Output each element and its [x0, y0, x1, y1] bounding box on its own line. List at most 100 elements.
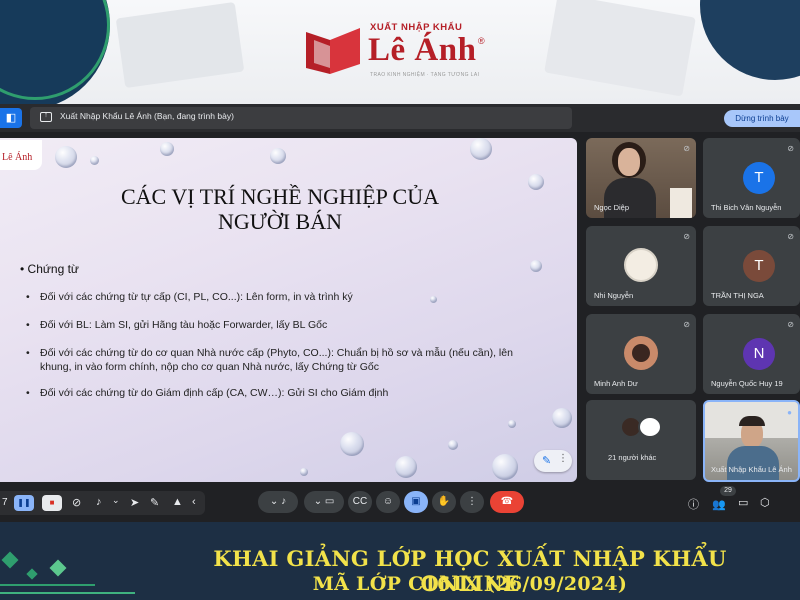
brand-banner: XUẤT NHẬP KHẨU Lê Ánh ® TRAO KINH NGHIỆM…: [0, 0, 800, 105]
pen-icon[interactable]: ✎: [542, 454, 551, 467]
water-drop: [160, 142, 174, 156]
participant-tile[interactable]: ⊘ Minh Anh Dư: [586, 314, 696, 394]
present-now-icon[interactable]: ▣: [404, 491, 428, 513]
slide-title-line1: CÁC VỊ TRÍ NGHỀ NGHIỆP CỦA: [121, 184, 439, 209]
slide-heading: • Chứng từ: [20, 262, 79, 276]
participant-name: Minh Anh Dư: [594, 379, 638, 388]
brand-slogan: TRAO KINH NGHIỆM · TẠNG TƯƠNG LAI: [370, 72, 480, 78]
pause-icon[interactable]: ❚❚: [14, 495, 34, 511]
mic-muted-icon: ⊘: [787, 320, 794, 329]
promo-footer: KHAI GIẢNG LỚP HỌC XUẤT NHẬP KHẨU ONLINE…: [0, 522, 800, 600]
water-drop: [448, 440, 458, 450]
decor-diamond: [1, 551, 19, 569]
water-drop: [530, 260, 542, 272]
participant-background: [670, 188, 692, 218]
stop-record-icon[interactable]: ■: [42, 495, 62, 511]
participant-tile[interactable]: ⊘ Nhi Nguyễn: [586, 226, 696, 306]
participant-body: [727, 446, 779, 480]
leave-call-icon[interactable]: ☎: [490, 491, 524, 513]
people-icon[interactable]: 👥: [712, 498, 726, 511]
activities-icon[interactable]: ⬡: [760, 496, 770, 509]
water-drop: [90, 156, 99, 165]
mic-muted-icon: ⊘: [683, 320, 690, 329]
decor-line: [0, 584, 95, 586]
decor-paper-left: [115, 1, 245, 89]
chevron-left-icon[interactable]: ‹: [192, 496, 196, 508]
logo-mark-icon: [306, 28, 360, 74]
water-drop: [300, 468, 308, 476]
brand-registered: ®: [478, 36, 485, 46]
participant-name: Nhi Nguyễn: [594, 291, 634, 300]
decor-paper-right: [544, 0, 696, 97]
participant-name: Ngọc Diệp: [594, 203, 630, 212]
slide-control-pill[interactable]: ✎ ⋮: [534, 450, 572, 472]
stop-presenting-button[interactable]: Dừng trình bày: [724, 110, 800, 127]
water-drop: [508, 420, 516, 428]
participant-body: [604, 178, 656, 218]
decor-corner-right: [700, 0, 800, 80]
water-drop: [395, 456, 417, 478]
others-count: 21 người khác: [608, 453, 657, 462]
camera-button[interactable]: ⌄ ▭: [304, 491, 344, 513]
more-options-icon[interactable]: ⋮: [460, 491, 484, 513]
participant-photo-avatar: [624, 248, 658, 282]
participant-face: [618, 148, 640, 176]
participant-tile-others[interactable]: 21 người khác: [586, 400, 696, 480]
participant-avatar: T: [743, 250, 775, 282]
brand-logo: XUẤT NHẬP KHẨU Lê Ánh ® TRAO KINH NGHIỆM…: [304, 22, 504, 82]
water-drop: [340, 432, 364, 456]
decor-diamond: [49, 559, 67, 577]
participant-tile[interactable]: ⊘ Ngọc Diệp: [586, 138, 696, 218]
decor-line: [0, 592, 135, 594]
presenting-bar: ◧ ↑ Xuất Nhập Khẩu Lê Ánh (Bạn, đang trì…: [0, 104, 800, 132]
slide-bullet: Đối với BL: Làm SI, gửi Hãng tàu hoặc Fo…: [26, 318, 530, 332]
more-icon[interactable]: ⋮: [558, 453, 568, 464]
emoji-icon[interactable]: ☺: [376, 491, 400, 513]
participant-tile-self[interactable]: ● Xuất Nhập Khẩu Lê Ánh: [703, 400, 800, 482]
presentation-slide: Lê Ánh CÁC VỊ TRÍ NGHỀ NGHIỆP CỦA NGƯỜI …: [0, 138, 577, 482]
chat-icon[interactable]: ▭: [738, 496, 748, 509]
meet-control-bar: 7 ❚❚ ■ ⊘ ♪ ⌄ ➤ ✎ ▲ ‹ ⌄ ♪ ⌄ ▭ CC ☺ ▣ ✋ ⋮ …: [0, 482, 800, 522]
water-drop: [270, 148, 286, 164]
participant-name: TRẦN THỊ NGA: [711, 291, 764, 300]
captions-icon[interactable]: CC: [348, 491, 372, 513]
meet-window: ◧ ↑ Xuất Nhập Khẩu Lê Ánh (Bạn, đang trì…: [0, 104, 800, 522]
participant-name: Nguyễn Quốc Huy 19: [711, 379, 783, 388]
participant-tile[interactable]: T ⊘ Thi Bich Vân Nguyễn: [703, 138, 800, 218]
slide-bullet: Đối với các chứng từ tự cấp (CI, PL, CO.…: [26, 290, 530, 304]
microphone-button[interactable]: ⌄ ♪: [258, 491, 298, 513]
highlighter-icon[interactable]: ▲: [172, 496, 183, 508]
pen-icon[interactable]: ✎: [150, 496, 159, 509]
slide-title-line2: NGƯỜI BÁN: [217, 209, 342, 234]
raise-hand-icon[interactable]: ✋: [432, 491, 456, 513]
info-icon[interactable]: ⓘ: [688, 496, 699, 512]
slide-logo: Lê Ánh: [0, 140, 42, 170]
participant-hair: [739, 416, 765, 426]
meet-app-icon[interactable]: ◧: [0, 108, 22, 128]
pointer-icon[interactable]: ➤: [130, 496, 139, 509]
mic-icon[interactable]: ♪: [96, 496, 102, 508]
water-drop: [55, 146, 77, 168]
participant-name: Xuất Nhập Khẩu Lê Ánh: [711, 465, 792, 474]
participant-avatar: T: [743, 162, 775, 194]
mic-off-icon[interactable]: ⊘: [72, 496, 81, 509]
mic-muted-icon: ⊘: [683, 144, 690, 153]
slide-bullet: Đối với các chứng từ do cơ quan Nhà nước…: [26, 346, 530, 374]
participant-avatar: N: [743, 338, 775, 370]
slide-logo-text: Lê Ánh: [2, 152, 33, 163]
mic-on-icon: ●: [787, 408, 792, 417]
water-drop: [528, 174, 544, 190]
decor-ring-left: [0, 0, 110, 100]
water-drop: [492, 454, 518, 480]
brand-name: Lê Ánh: [368, 32, 477, 68]
chevron-down-icon[interactable]: ⌄: [112, 495, 120, 506]
participant-tile[interactable]: N ⊘ Nguyễn Quốc Huy 19: [703, 314, 800, 394]
decor-diamond: [26, 568, 38, 580]
water-drop: [470, 138, 492, 160]
slide-number: 7: [2, 497, 8, 508]
participant-count-badge: 29: [720, 486, 736, 496]
mic-muted-icon: ⊘: [683, 232, 690, 241]
mic-muted-icon: ⊘: [787, 232, 794, 241]
slide-bullet: Đối với các chứng từ do Giám định cấp (C…: [26, 386, 530, 400]
participant-tile[interactable]: T ⊘ TRẦN THỊ NGA: [703, 226, 800, 306]
